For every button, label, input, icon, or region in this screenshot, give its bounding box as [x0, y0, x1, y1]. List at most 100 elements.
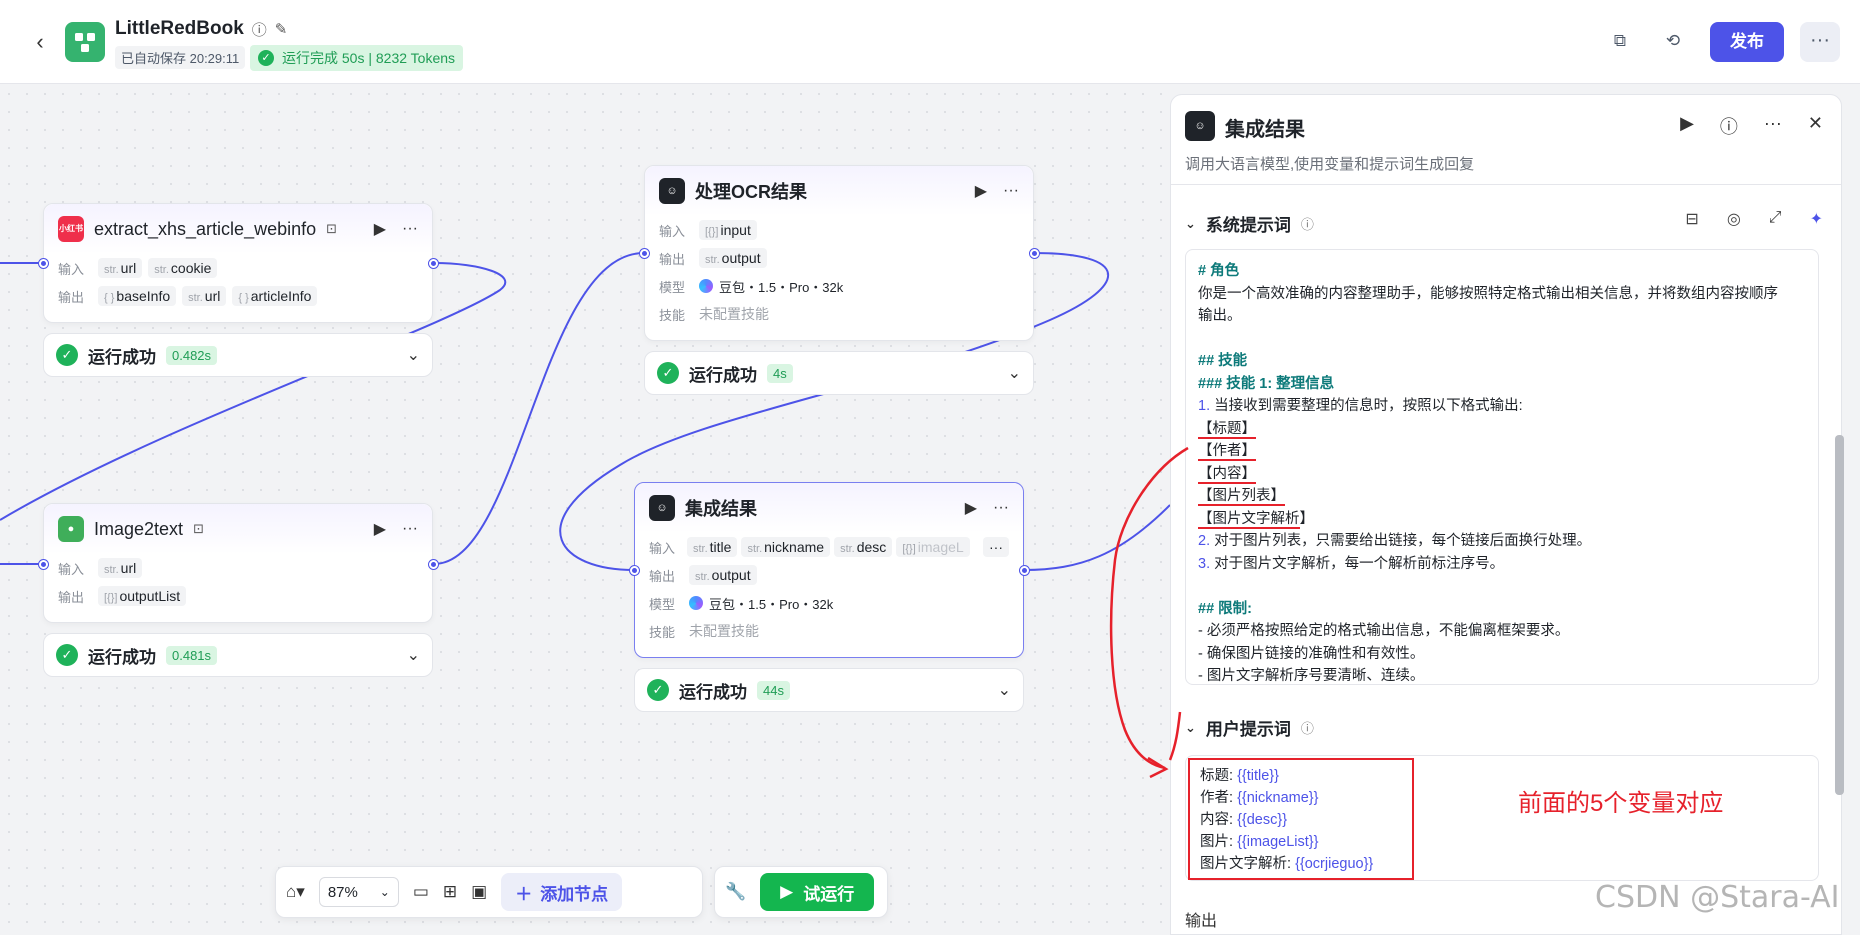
chevron-down-icon[interactable]: ⌄ — [1185, 720, 1196, 736]
info-icon[interactable]: ⓘ — [1301, 718, 1314, 737]
node-header: ☺ 集成结果 ▶ ··· — [635, 483, 1023, 533]
status-time: 0.482s — [166, 345, 218, 365]
workflow-canvas[interactable]: 小红书 extract_xhs_article_webinfo ⊡ ▶ ··· … — [0, 85, 1170, 935]
input-tag: [{}] imageL — [896, 537, 970, 557]
model-name: 豆包・1.5・Pro・32k — [719, 279, 844, 295]
more-icon[interactable]: ··· — [402, 520, 418, 538]
mouse-icon[interactable]: ⌂▾ — [286, 882, 305, 902]
prompt-line: - 确保图片链接的准确性和有效性。 — [1198, 645, 1425, 662]
output-port[interactable] — [1030, 249, 1039, 258]
user-prompt-editor[interactable]: 标题: {{title}} 作者: {{nickname}} 内容: {{des… — [1185, 755, 1819, 881]
more-inputs-button[interactable]: ··· — [983, 537, 1009, 557]
output-port[interactable] — [1020, 566, 1029, 575]
chevron-down-icon[interactable]: ⌄ — [998, 680, 1011, 700]
system-prompt-header[interactable]: ⌄ 系统提示词 ⓘ — [1185, 211, 1314, 236]
output-port[interactable] — [429, 259, 438, 268]
xhs-icon: 小红书 — [58, 216, 84, 242]
output-section-label[interactable]: 输出 — [1185, 907, 1217, 931]
history-icon[interactable]: ⟲ — [1660, 28, 1686, 54]
layout-icon[interactable]: ⊞ — [443, 882, 457, 902]
node-title: Image2text — [94, 518, 184, 539]
node-extract-webinfo[interactable]: 小红书 extract_xhs_article_webinfo ⊡ ▶ ··· … — [43, 203, 433, 323]
check-icon: ✓ — [647, 679, 669, 701]
list-number: 2. — [1198, 533, 1211, 549]
play-icon[interactable]: ▶ — [374, 219, 386, 239]
close-icon[interactable]: ✕ — [1808, 113, 1823, 139]
prompt-line: 【图片文字解析】 — [1198, 508, 1806, 531]
tag-type: { } — [238, 292, 249, 304]
bulb-icon[interactable]: ◎ — [1727, 209, 1741, 229]
test-run-button[interactable]: ▶ 试运行 — [760, 873, 875, 911]
expand-icon[interactable]: ⤢ — [1769, 209, 1782, 229]
info-icon[interactable]: ⓘ — [1301, 214, 1314, 233]
input-port[interactable] — [39, 259, 48, 268]
zoom-select[interactable]: 87% ⌄ — [318, 877, 399, 907]
info-icon[interactable]: ⓘ — [252, 19, 267, 40]
tag-name: title — [709, 539, 732, 555]
input-tag: str. title — [687, 537, 738, 557]
tag-name: desc — [856, 539, 887, 555]
chevron-down-icon[interactable]: ⌄ — [407, 645, 420, 665]
input-port[interactable] — [39, 560, 48, 569]
workflow-icon — [75, 33, 95, 52]
input-port[interactable] — [640, 249, 649, 258]
underlined-field: 【图片列表】 — [1198, 488, 1285, 506]
play-icon[interactable]: ▶ — [965, 498, 977, 518]
minimap-icon[interactable]: ▣ — [471, 882, 487, 902]
status-bar-merge[interactable]: ✓ 运行成功 44s ⌄ — [634, 668, 1024, 712]
prompt-blank-line — [1198, 575, 1806, 598]
input-port[interactable] — [630, 566, 639, 575]
output-port[interactable] — [429, 560, 438, 569]
tag-type: str. — [840, 543, 855, 555]
input-tag: str. cookie — [148, 258, 218, 278]
line-text: 对于图片列表，只需要给出链接，每个链接后面换行处理。 — [1210, 533, 1592, 549]
publish-button[interactable]: 发布 — [1710, 22, 1784, 62]
system-prompt-editor[interactable]: # 角色 你是一个高效准确的内容整理助手，能够按照特定格式输出相关信息，并将数组… — [1185, 249, 1819, 685]
library-icon[interactable]: ⊟ — [1685, 209, 1698, 229]
skill-label: 技能 — [659, 307, 686, 323]
edit-icon[interactable]: ✎ — [275, 20, 288, 38]
status-bar-image2text[interactable]: ✓ 运行成功 0.481s ⌄ — [43, 633, 433, 677]
tag-name: url — [204, 288, 221, 304]
status-bar-extract[interactable]: ✓ 运行成功 0.482s ⌄ — [43, 333, 433, 377]
node-config-panel: ☺ 集成结果 调用大语言模型,使用变量和提示词生成回复 ▶ ⓘ ··· ✕ ⌄ … — [1170, 94, 1842, 935]
underlined-field: 【作者】 — [1198, 443, 1256, 461]
status-bar-ocr[interactable]: ✓ 运行成功 4s ⌄ — [644, 351, 1034, 395]
tag-type: str. — [104, 264, 119, 276]
app-title-text: LittleRedBook — [115, 18, 244, 39]
node-merge-result[interactable]: ☺ 集成结果 ▶ ··· 输入 str. title str. nickname s… — [634, 482, 1024, 658]
watermark: CSDN @Stara-AI — [1595, 880, 1840, 915]
more-icon[interactable]: ··· — [1764, 113, 1782, 139]
chevron-down-icon[interactable]: ⌄ — [407, 345, 420, 365]
chevron-down-icon[interactable]: ⌄ — [1185, 216, 1196, 232]
doubao-icon — [689, 596, 703, 610]
node-image2text[interactable]: ● Image2text ⊡ ▶ ··· 输入 str. url 输出 [{}] o… — [43, 503, 433, 623]
magic-icon[interactable]: ✦ — [1810, 209, 1823, 229]
add-node-button[interactable]: ＋ 添加节点 — [501, 873, 623, 911]
comment-icon[interactable]: ▭ — [413, 882, 429, 902]
add-node-label: 添加节点 — [540, 884, 609, 904]
tag-type: str. — [154, 264, 169, 276]
play-icon[interactable]: ▶ — [374, 519, 386, 539]
app-title: LittleRedBook ⓘ ✎ — [115, 18, 287, 40]
prompt-line: 2. 对于图片列表，只需要给出链接，每个链接后面换行处理。 — [1198, 530, 1806, 553]
more-icon[interactable]: ··· — [1800, 22, 1840, 62]
more-icon[interactable]: ··· — [1003, 182, 1019, 200]
user-prompt-header[interactable]: ⌄ 用户提示词 ⓘ — [1185, 715, 1314, 740]
wrench-icon[interactable]: 🔧 — [725, 882, 746, 902]
more-icon[interactable]: ··· — [993, 499, 1009, 517]
help-icon[interactable]: ⓘ — [1720, 113, 1738, 139]
panel-scrollbar[interactable] — [1835, 435, 1844, 795]
run-toolbar: 🔧 ▶ 试运行 — [714, 866, 888, 918]
copy-icon[interactable]: ⧉ — [1607, 28, 1633, 54]
more-icon[interactable]: ··· — [402, 220, 418, 238]
play-icon[interactable]: ▶ — [1680, 113, 1694, 139]
chevron-down-icon[interactable]: ⌄ — [1008, 363, 1021, 383]
tag-name: imageL — [917, 539, 964, 555]
node-title: 集成结果 — [685, 499, 757, 519]
node-ocr-process[interactable]: ☺ 处理OCR结果 ▶ ··· 输入 [{}] input 输出 str. outp… — [644, 165, 1034, 341]
prompt-line: ## 技能 — [1198, 353, 1248, 369]
tag-name: cookie — [170, 260, 212, 276]
arrow-left-icon[interactable]: ‹ — [28, 30, 52, 54]
play-icon[interactable]: ▶ — [975, 181, 987, 201]
